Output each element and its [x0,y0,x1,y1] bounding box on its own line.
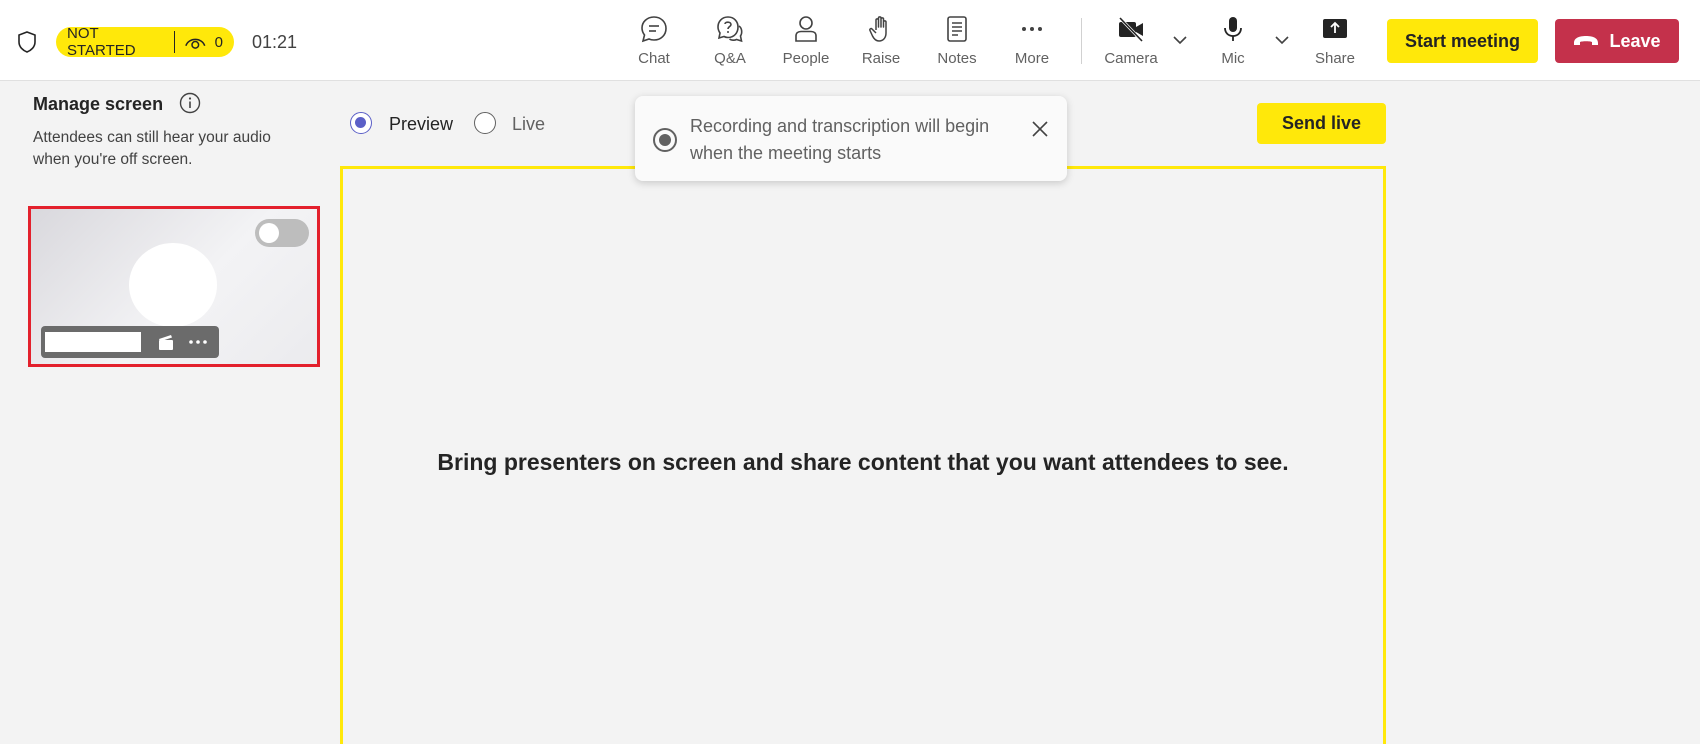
chat-button[interactable]: Chat [619,14,689,74]
qa-label: Q&A [714,50,746,67]
hang-up-icon [1574,36,1599,45]
raise-label: Raise [861,50,901,67]
presenter-name-bar [41,326,219,358]
mic-icon [1224,17,1242,41]
manage-screen-title: Manage screen [33,94,164,114]
presenter-name [45,332,141,352]
notification-text: Recording and transcription will begin w… [690,116,990,163]
mic-options-chevron-icon[interactable] [1272,30,1292,50]
recording-notification: Recording and transcription will begin w… [635,96,1067,181]
send-live-button[interactable]: Send live [1257,103,1386,144]
toggle-knob [259,223,279,243]
share-icon [1323,19,1347,38]
preview-label[interactable]: Preview [389,114,453,135]
raise-hand-button[interactable]: Raise [846,14,916,74]
live-radio[interactable] [474,112,496,134]
share-label: Share [1314,50,1356,67]
more-button[interactable]: More [997,14,1067,74]
qa-icon [717,16,743,43]
more-label: More [1014,50,1050,67]
avatar [129,243,217,327]
camera-label: Camera [1104,50,1158,67]
mic-label: Mic [1221,50,1245,67]
camera-button[interactable]: Camera [1096,14,1166,74]
top-bar: NOT STARTED 0 01:21 Chat Q&A People Rais… [0,0,1700,81]
people-button[interactable]: People [771,14,841,74]
stage-message: Bring presenters on screen and share con… [437,449,1289,475]
leave-label: Leave [1609,30,1661,51]
preview-radio[interactable] [350,112,372,134]
notes-label: Notes [937,50,977,67]
live-label[interactable]: Live [512,114,545,135]
viewer-count: 0 [214,33,223,51]
on-screen-toggle[interactable] [255,219,309,247]
camera-off-icon [1118,16,1144,43]
manage-screen-description: Attendees can still hear your audio when… [33,129,271,168]
shield-icon [18,31,36,53]
toolbar-divider [1081,18,1082,64]
camera-options-chevron-icon[interactable] [1170,30,1190,50]
status-divider [174,31,176,53]
status-badge: NOT STARTED 0 [56,25,234,59]
status-text: NOT STARTED [67,25,136,59]
mic-button[interactable]: Mic [1198,14,1268,74]
qa-button[interactable]: Q&A [695,14,765,74]
clapper-icon [159,335,173,350]
chat-label: Chat [638,50,670,67]
more-options-icon[interactable] [185,332,211,352]
share-button[interactable]: Share [1300,14,1370,74]
info-icon[interactable] [179,92,201,114]
start-meeting-button[interactable]: Start meeting [1387,19,1538,63]
viewers-icon [185,38,206,49]
more-icon [1022,27,1042,31]
meeting-timer: 01:21 [252,32,298,52]
chat-icon [641,16,667,43]
record-icon [653,128,677,152]
raise-hand-icon [869,16,887,42]
people-icon [795,16,817,42]
notes-icon [947,16,967,42]
close-icon[interactable] [1029,118,1051,140]
presenter-card[interactable] [28,206,320,367]
notes-button[interactable]: Notes [922,14,992,74]
leave-button[interactable]: Leave [1555,19,1679,63]
preview-stage: Bring presenters on screen and share con… [340,166,1386,744]
people-label: People [782,50,830,67]
